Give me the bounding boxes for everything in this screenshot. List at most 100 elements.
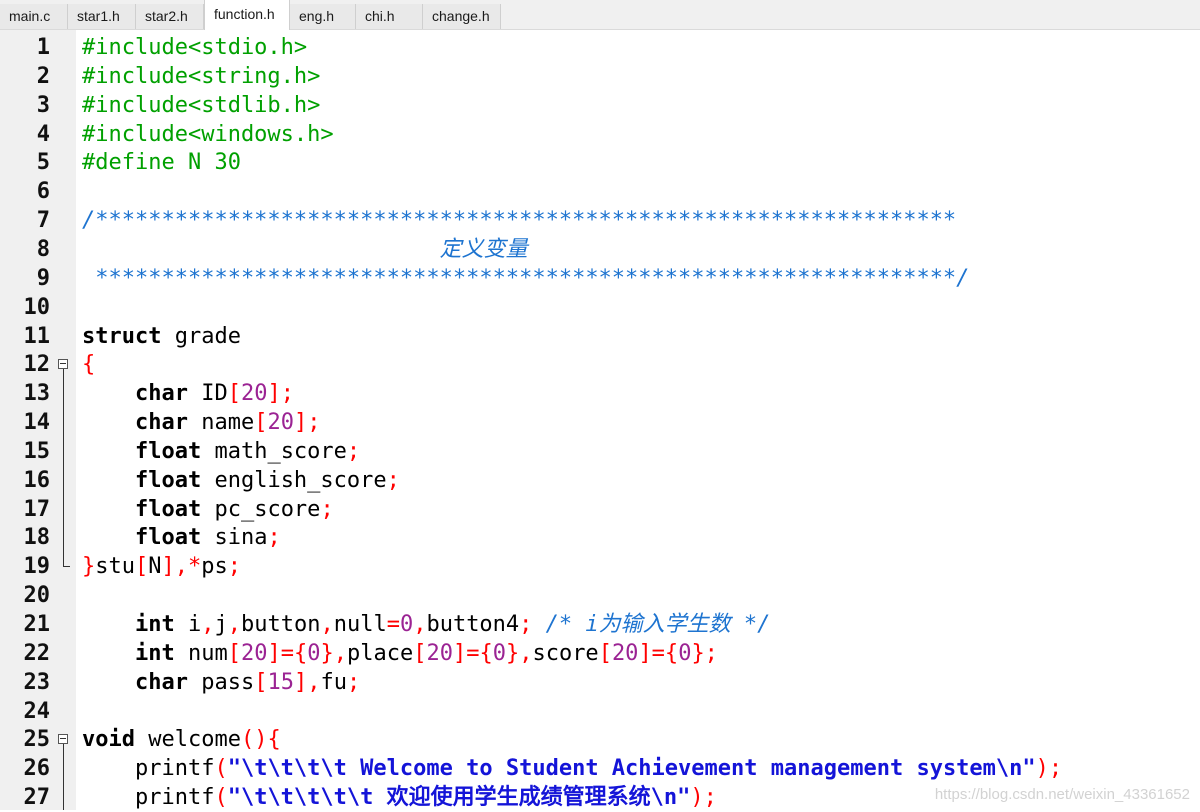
code-token: j xyxy=(214,612,228,637)
code-token: ( xyxy=(214,756,228,782)
code-token: int xyxy=(134,612,175,637)
tab-change-h[interactable]: change.h xyxy=(423,4,501,29)
code-line: #include<stdlib.h> xyxy=(82,91,320,120)
code-token: ; xyxy=(346,438,361,464)
code-token: #define N 30 xyxy=(82,150,241,176)
code-token: button4 xyxy=(426,612,520,637)
tab-eng-h[interactable]: eng.h xyxy=(290,4,356,29)
tab-main-c[interactable]: main.c xyxy=(0,4,68,29)
code-token: [ xyxy=(227,381,241,407)
code-token: i xyxy=(174,612,202,637)
code-line: void welcome(){ xyxy=(82,725,281,754)
code-token: ],* xyxy=(161,554,202,580)
code-token: = xyxy=(386,612,400,637)
line-number: 1 xyxy=(36,35,50,60)
line-number: 5 xyxy=(36,150,50,176)
code-token: [ xyxy=(413,640,427,666)
tab-chi-h[interactable]: chi.h xyxy=(356,4,423,29)
code-token: ); xyxy=(690,785,717,811)
line-number: 21 xyxy=(23,612,51,637)
code-token: 20 xyxy=(426,640,453,666)
line-number: 15 xyxy=(23,438,51,464)
code-token: ); xyxy=(1035,756,1063,782)
code-line: printf("\t\t\t\t\t 欢迎使用学生成绩管理系统\n"); xyxy=(82,783,717,812)
code-token: { xyxy=(82,352,96,378)
code-token: #include<string.h> xyxy=(82,63,321,89)
code-token: sina xyxy=(201,525,268,551)
tab-star2-h[interactable]: star2.h xyxy=(136,4,204,29)
code-token: [ xyxy=(227,640,241,666)
line-number: 26 xyxy=(23,756,51,782)
code-token: score xyxy=(532,640,599,666)
code-token: #include<windows.h> xyxy=(82,121,334,147)
code-token: (){ xyxy=(240,727,281,753)
fold-end-mark xyxy=(63,566,70,568)
code-line: char pass[15],fu; xyxy=(82,668,360,697)
code-token: name xyxy=(187,410,255,436)
line-number: 12 xyxy=(23,352,51,378)
code-token: float xyxy=(134,496,202,522)
code-token: float xyxy=(134,467,202,493)
code-token: ; xyxy=(346,669,361,695)
code-line: char ID[20]; xyxy=(82,379,294,408)
tab-star1-h[interactable]: star1.h xyxy=(68,4,136,29)
code-line: int i,j,button,null=0,button4; /* i为输入学生… xyxy=(82,610,770,639)
code-token: 0 xyxy=(399,612,414,637)
code-token: ]={ xyxy=(267,640,308,666)
code-token: pass xyxy=(187,669,255,695)
code-line: struct grade xyxy=(82,322,241,351)
code-token: pc_score xyxy=(201,496,321,522)
code-token: 20 xyxy=(611,640,639,666)
line-number: 7 xyxy=(36,208,50,234)
code-token: ]={ xyxy=(452,640,493,666)
code-token: }; xyxy=(691,640,718,666)
line-number: 17 xyxy=(23,496,51,522)
code-line: { xyxy=(82,350,95,379)
line-number-gutter: 1 2 3 4 5 6 7 8 9 10 11 12 13 14 15 16 17 18 19 20 21 22 23 24 2… xyxy=(0,30,76,810)
code-token: num xyxy=(174,640,228,666)
code-token: N xyxy=(148,554,162,580)
code-token: int xyxy=(134,640,175,666)
code-token: 0 xyxy=(492,640,506,666)
code-token: stu xyxy=(95,554,135,580)
code-line: #include<windows.h> xyxy=(82,120,334,149)
fold-guide-line xyxy=(63,369,64,567)
code-token: /* i为输入学生数 */ xyxy=(532,612,771,637)
code-token: 0 xyxy=(307,640,321,666)
line-number: 24 xyxy=(23,698,51,724)
code-line: printf("\t\t\t\t Welcome to Student Achi… xyxy=(82,754,1062,783)
code-token: grade xyxy=(161,323,241,349)
code-token: ( xyxy=(214,785,228,811)
code-line: #define N 30 xyxy=(82,148,241,177)
code-token: ****************************************… xyxy=(82,265,970,291)
code-line: int num[20]={0},place[20]={0},score[20]=… xyxy=(82,639,718,668)
code-token: , xyxy=(201,612,215,637)
tab-function-h[interactable]: function.h xyxy=(204,0,290,30)
line-number: 22 xyxy=(23,640,51,666)
line-number: 8 xyxy=(36,236,50,262)
code-token: ]; xyxy=(267,381,294,407)
code-token: english_score xyxy=(201,467,387,493)
code-token: ID xyxy=(187,381,228,407)
code-token: "\t\t\t\t\t 欢迎使用学生成绩管理系统\n" xyxy=(227,785,691,811)
code-token: ps xyxy=(201,554,228,580)
code-line: 定义变量 xyxy=(82,235,528,264)
code-token: button xyxy=(240,612,321,637)
fold-toggle-icon[interactable] xyxy=(58,734,68,745)
code-token: null xyxy=(333,612,387,637)
code-token: 20 xyxy=(267,410,294,436)
code-token: }, xyxy=(320,640,347,666)
fold-toggle-icon[interactable] xyxy=(58,359,68,370)
line-number: 25 xyxy=(23,727,51,753)
code-token: , xyxy=(227,612,241,637)
code-token: 15 xyxy=(267,669,294,695)
code-token: char xyxy=(134,669,188,695)
code-token: [ xyxy=(598,640,612,666)
code-line: /***************************************… xyxy=(82,206,956,235)
line-number: 3 xyxy=(36,92,50,118)
line-number: 23 xyxy=(23,669,51,695)
